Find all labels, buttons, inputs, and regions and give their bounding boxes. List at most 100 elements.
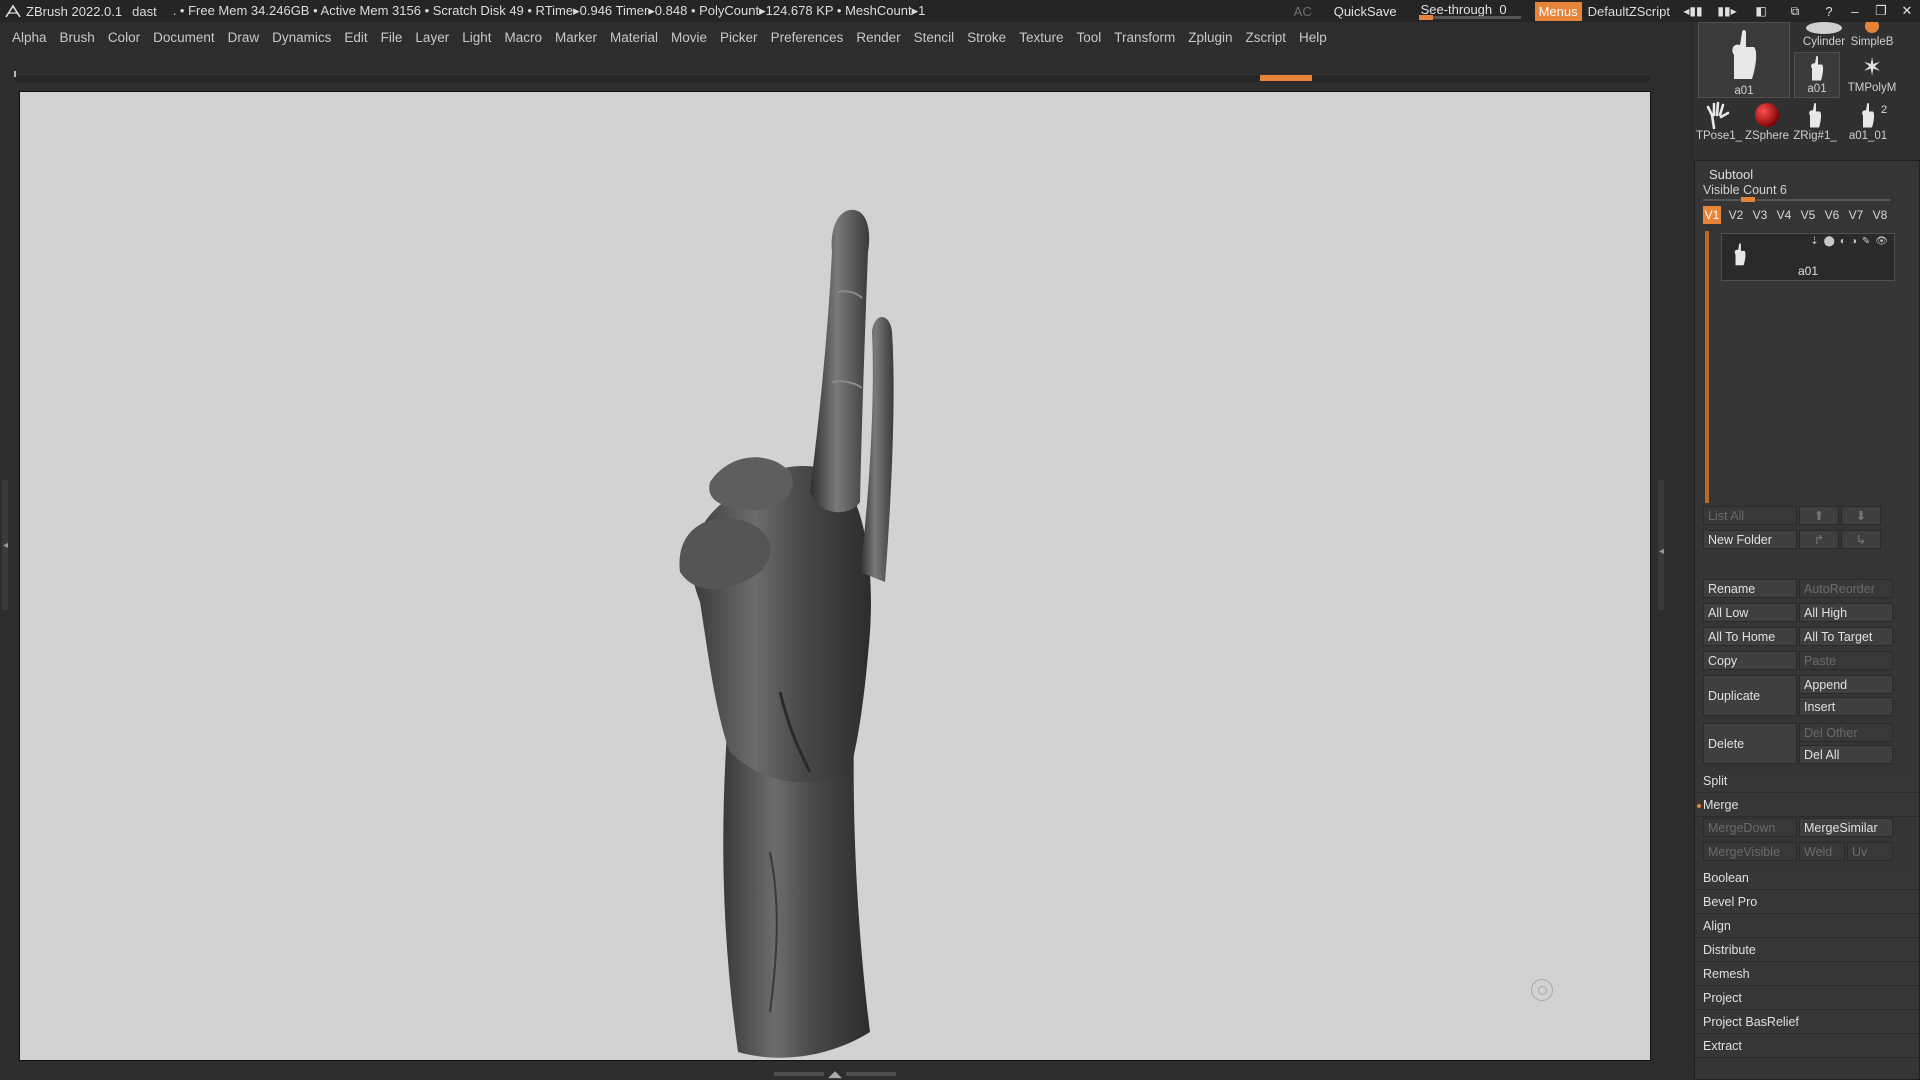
layout-right-icon[interactable]: ▮▮▸ bbox=[1716, 4, 1738, 18]
weld-button[interactable]: Weld bbox=[1799, 842, 1845, 861]
layout-left-icon[interactable]: ◂▮▮ bbox=[1682, 4, 1704, 18]
rotate-gizmo-icon[interactable] bbox=[1531, 979, 1553, 1001]
menu-help[interactable]: Help bbox=[1299, 30, 1327, 45]
menu-transform[interactable]: Transform bbox=[1114, 30, 1175, 45]
timeline-strip[interactable] bbox=[14, 71, 1650, 82]
uv-button[interactable]: Uv bbox=[1847, 842, 1893, 861]
ui-swap-icon[interactable]: ⧉ bbox=[1784, 4, 1806, 18]
eye-icon[interactable]: 👁 bbox=[1875, 236, 1888, 247]
tool-thumb-zsphere[interactable]: ZSphere bbox=[1742, 100, 1792, 144]
menu-file[interactable]: File bbox=[381, 30, 403, 45]
remesh-section[interactable]: Remesh bbox=[1695, 963, 1919, 986]
circle-dim-icon[interactable]: ◑ bbox=[1851, 236, 1857, 247]
menu-macro[interactable]: Macro bbox=[504, 30, 542, 45]
menu-render[interactable]: Render bbox=[856, 30, 900, 45]
tool-thumb-simpleb[interactable]: SimpleB bbox=[1842, 22, 1902, 52]
del-other-button[interactable]: Del Other bbox=[1799, 723, 1893, 742]
rename-button[interactable]: Rename bbox=[1703, 579, 1797, 598]
brush-icon[interactable]: ✎ bbox=[1862, 236, 1870, 247]
all-low-button[interactable]: All Low bbox=[1703, 603, 1797, 622]
menu-movie[interactable]: Movie bbox=[671, 30, 707, 45]
folder-down-icon[interactable]: ↳ bbox=[1841, 530, 1881, 549]
visible-count-knob[interactable] bbox=[1741, 197, 1755, 202]
close-icon[interactable]: ✕ bbox=[1894, 0, 1920, 22]
bottom-tray-handle[interactable]: ◢◣ bbox=[770, 1069, 900, 1080]
menu-zscript[interactable]: Zscript bbox=[1246, 30, 1287, 45]
menu-picker[interactable]: Picker bbox=[720, 30, 758, 45]
menu-layer[interactable]: Layer bbox=[415, 30, 449, 45]
delete-button[interactable]: Delete bbox=[1703, 723, 1797, 764]
folder-up-icon[interactable]: ↱ bbox=[1799, 530, 1839, 549]
distribute-section[interactable]: Distribute bbox=[1695, 939, 1919, 962]
subtool-title[interactable]: Subtool bbox=[1709, 167, 1753, 182]
menu-zplugin[interactable]: Zplugin bbox=[1188, 30, 1232, 45]
menus-toggle-button[interactable]: Menus bbox=[1534, 1, 1582, 21]
menu-document[interactable]: Document bbox=[153, 30, 215, 45]
see-through-slider[interactable]: See-through 0 bbox=[1418, 2, 1521, 20]
circle-half-icon[interactable]: ◐ bbox=[1840, 236, 1846, 247]
bottom-tray-arrow-icon[interactable]: ◢◣ bbox=[828, 1069, 842, 1080]
menu-brush[interactable]: Brush bbox=[60, 30, 95, 45]
menu-draw[interactable]: Draw bbox=[228, 30, 260, 45]
del-all-button[interactable]: Del All bbox=[1799, 745, 1893, 764]
restore-icon[interactable]: ❐ bbox=[1868, 0, 1894, 22]
menu-preferences[interactable]: Preferences bbox=[771, 30, 844, 45]
align-section[interactable]: Align bbox=[1695, 915, 1919, 938]
menu-light[interactable]: Light bbox=[462, 30, 491, 45]
tool-thumb-a01-01[interactable]: a01_01 bbox=[1838, 100, 1898, 144]
tool-thumb-zrig1[interactable]: ZRig#1_ bbox=[1790, 100, 1840, 144]
subtool-list-scrollbar[interactable] bbox=[1705, 231, 1709, 503]
merge-down-button[interactable]: MergeDown bbox=[1703, 818, 1797, 837]
version-button-v3[interactable]: V3 bbox=[1751, 206, 1769, 224]
menu-color[interactable]: Color bbox=[108, 30, 140, 45]
minimize-icon[interactable]: – bbox=[1842, 0, 1868, 22]
move-down-icon[interactable]: ⬇ bbox=[1841, 506, 1881, 525]
menu-texture[interactable]: Texture bbox=[1019, 30, 1063, 45]
paste-button[interactable]: Paste bbox=[1799, 651, 1893, 670]
merge-section[interactable]: Merge bbox=[1695, 794, 1919, 817]
bevel-pro-section[interactable]: Bevel Pro bbox=[1695, 891, 1919, 914]
timeline-active-marker[interactable] bbox=[1260, 75, 1312, 81]
hand-sculpt-model[interactable] bbox=[660, 132, 980, 1061]
subtool-item[interactable]: ⇣ ⬤ ◐ ◑ ✎ 👁 a01 bbox=[1721, 233, 1895, 281]
all-to-home-button[interactable]: All To Home bbox=[1703, 627, 1797, 646]
left-tray-arrow-icon[interactable]: ◂ bbox=[3, 540, 8, 551]
quicksave-button[interactable]: QuickSave bbox=[1334, 4, 1397, 19]
toggle-icon[interactable]: ⬤ bbox=[1824, 236, 1835, 247]
duplicate-button[interactable]: Duplicate bbox=[1703, 675, 1797, 716]
ac-button[interactable]: AC bbox=[1294, 4, 1312, 19]
extract-section[interactable]: Extract bbox=[1695, 1035, 1919, 1058]
menu-stencil[interactable]: Stencil bbox=[914, 30, 955, 45]
split-section[interactable]: Split bbox=[1695, 770, 1919, 793]
auto-reorder-button[interactable]: AutoReorder bbox=[1799, 579, 1893, 598]
merge-similar-button[interactable]: MergeSimilar bbox=[1799, 818, 1893, 837]
arrow-icon[interactable]: ⇣ bbox=[1810, 236, 1818, 247]
merge-visible-button[interactable]: MergeVisible bbox=[1703, 842, 1797, 861]
visible-count-slider[interactable]: Visible Count 6 bbox=[1703, 183, 1893, 203]
menu-stroke[interactable]: Stroke bbox=[967, 30, 1006, 45]
append-button[interactable]: Append bbox=[1799, 675, 1893, 694]
all-high-button[interactable]: All High bbox=[1799, 603, 1893, 622]
version-button-v4[interactable]: V4 bbox=[1775, 206, 1793, 224]
right-tray-arrow-icon[interactable]: ◂ bbox=[1659, 546, 1664, 557]
insert-button[interactable]: Insert bbox=[1799, 697, 1893, 716]
move-up-icon[interactable]: ⬆ bbox=[1799, 506, 1839, 525]
copy-button[interactable]: Copy bbox=[1703, 651, 1797, 670]
new-folder-button[interactable]: New Folder bbox=[1703, 530, 1797, 549]
window-layout-icon[interactable]: ◧ bbox=[1750, 4, 1772, 18]
right-tray-handle[interactable] bbox=[1658, 480, 1664, 610]
version-button-v8[interactable]: V8 bbox=[1871, 206, 1889, 224]
version-button-v2[interactable]: V2 bbox=[1727, 206, 1745, 224]
menu-edit[interactable]: Edit bbox=[344, 30, 367, 45]
version-button-v7[interactable]: V7 bbox=[1847, 206, 1865, 224]
all-to-target-button[interactable]: All To Target bbox=[1799, 627, 1893, 646]
version-button-v6[interactable]: V6 bbox=[1823, 206, 1841, 224]
version-button-v5[interactable]: V5 bbox=[1799, 206, 1817, 224]
tool-thumb-a01-main[interactable]: a01 bbox=[1698, 22, 1790, 98]
menu-material[interactable]: Material bbox=[610, 30, 658, 45]
see-through-knob[interactable] bbox=[1418, 15, 1433, 20]
project-basrelief-section[interactable]: Project BasRelief bbox=[1695, 1011, 1919, 1034]
menu-dynamics[interactable]: Dynamics bbox=[272, 30, 331, 45]
viewport-canvas[interactable] bbox=[19, 91, 1651, 1061]
tool-thumb-tmpolym[interactable]: ✶ TMPolyM bbox=[1842, 52, 1902, 98]
